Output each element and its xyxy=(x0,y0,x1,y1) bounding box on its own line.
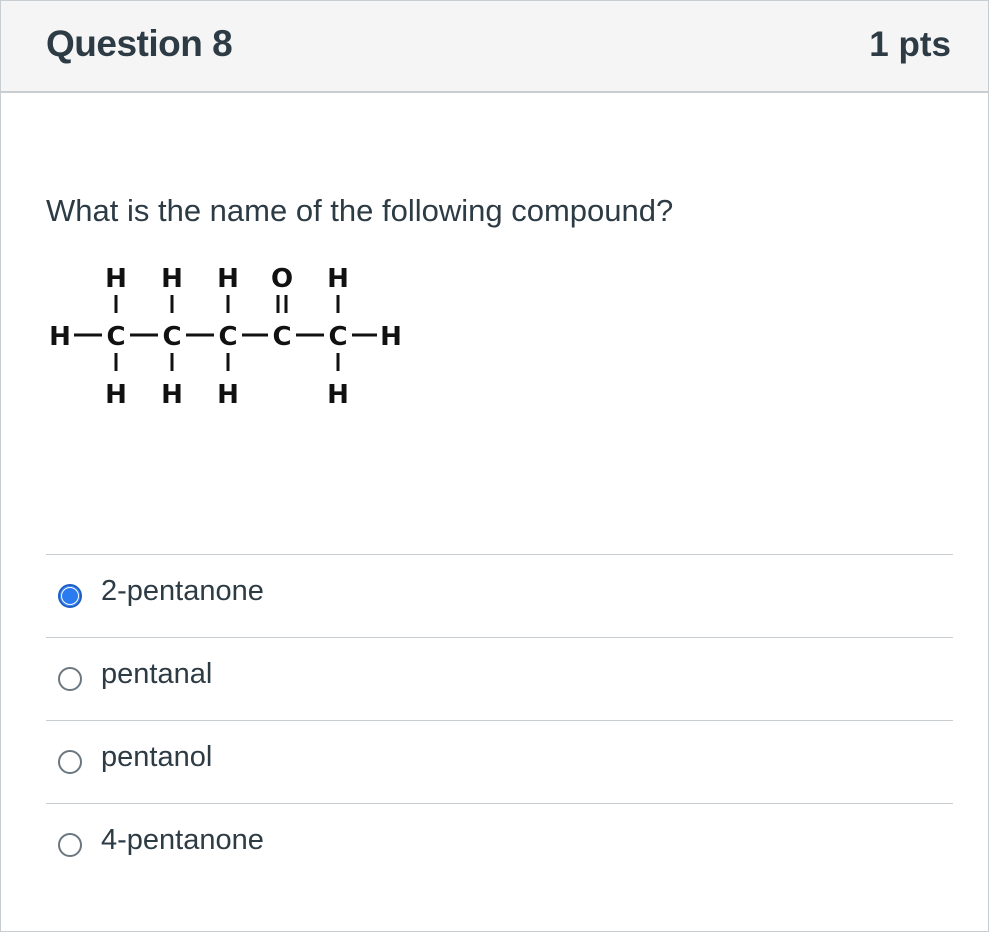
atom-top-1: H xyxy=(105,264,127,294)
atom-bot-3: H xyxy=(217,380,239,410)
atom-mid-3: C xyxy=(162,322,181,352)
quiz-question-card: Question 8 1 pts What is the name of the… xyxy=(0,0,989,932)
atom-top-2: H xyxy=(161,264,183,294)
question-title: Question 8 xyxy=(46,23,233,64)
radio-button[interactable] xyxy=(58,833,82,857)
answer-label[interactable]: 4-pentanone xyxy=(101,824,264,857)
atom-top-4: O xyxy=(271,264,293,294)
answer-list: 2-pentanone pentanal pentanol 4-pentanon… xyxy=(46,554,953,886)
answer-option-2[interactable]: pentanal xyxy=(46,637,953,720)
atom-bot-2: H xyxy=(161,380,183,410)
radio-button[interactable] xyxy=(58,750,82,774)
atom-top-3: H xyxy=(217,264,239,294)
question-header: Question 8 1 pts xyxy=(1,1,988,93)
atom-mid-1: H xyxy=(49,322,71,352)
atom-mid-6: C xyxy=(328,322,347,352)
radio-button[interactable] xyxy=(58,667,82,691)
answer-label[interactable]: 2-pentanone xyxy=(101,575,264,608)
atom-mid-7: H xyxy=(380,322,402,352)
answer-option-4[interactable]: 4-pentanone xyxy=(46,803,953,886)
atom-top-5: H xyxy=(327,264,349,294)
structural-formula-image: H H H O H H C C C C C H H H H H xyxy=(49,264,402,410)
answer-label[interactable]: pentanol xyxy=(101,741,212,774)
answer-label[interactable]: pentanal xyxy=(101,658,212,691)
question-points: 1 pts xyxy=(869,25,951,64)
atom-mid-2: C xyxy=(106,322,125,352)
atom-bot-4: H xyxy=(327,380,349,410)
radio-button-selected[interactable] xyxy=(58,584,82,608)
answer-option-3[interactable]: pentanol xyxy=(46,720,953,803)
atom-mid-5: C xyxy=(272,322,291,352)
atom-bot-1: H xyxy=(105,380,127,410)
atom-mid-4: C xyxy=(218,322,237,352)
question-prompt: What is the name of the following compou… xyxy=(46,193,674,228)
answer-option-1[interactable]: 2-pentanone xyxy=(46,554,953,637)
